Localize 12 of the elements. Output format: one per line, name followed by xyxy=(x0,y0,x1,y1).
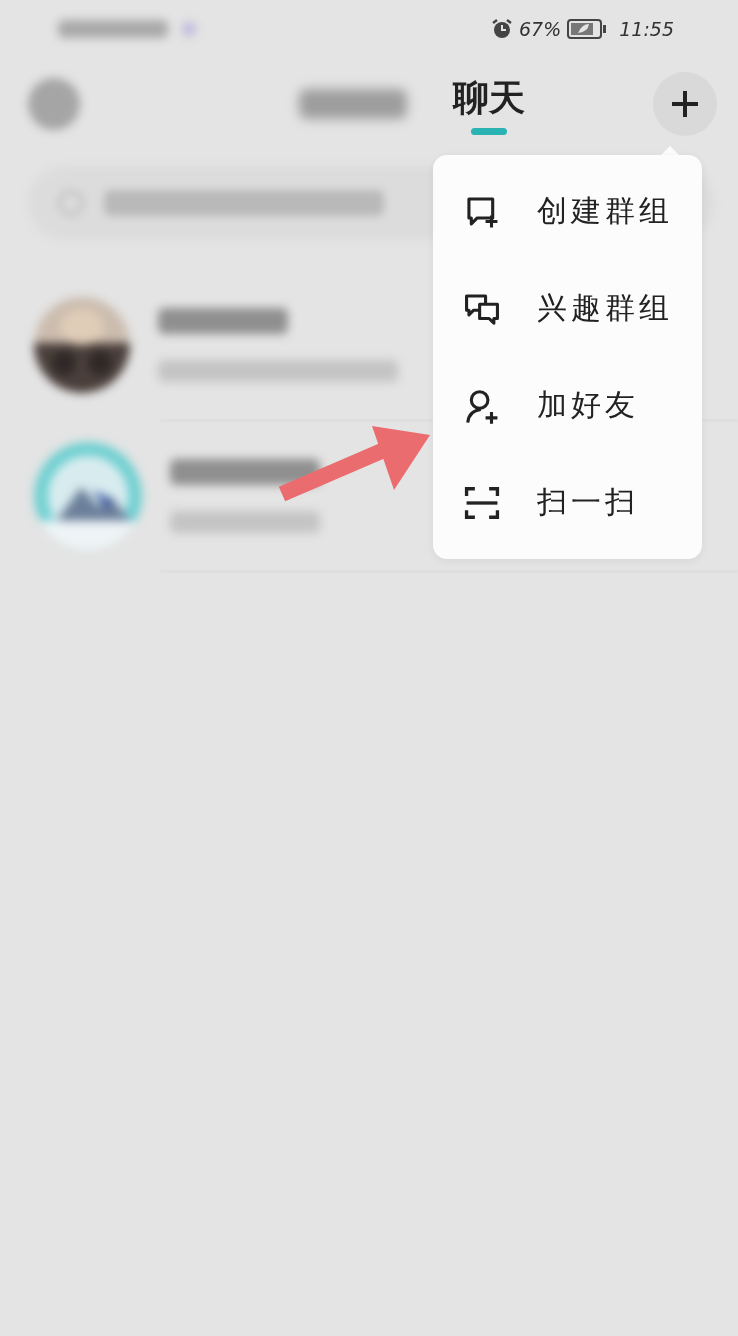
plus-icon xyxy=(670,89,700,119)
tab[interactable]: 聊天 xyxy=(452,73,525,135)
battery-percent: 67% xyxy=(519,18,562,40)
menu-item[interactable]: 扫一扫 xyxy=(433,454,702,551)
menu-item[interactable]: 创建群组 xyxy=(433,163,702,260)
menu-item[interactable]: 加好友 xyxy=(433,357,702,454)
blurred-profile-avatar xyxy=(28,78,80,130)
alarm-icon xyxy=(491,18,513,40)
blurred-status-icon xyxy=(182,22,196,36)
clock-time: 11:55 xyxy=(619,18,674,40)
menu-item[interactable]: 兴趣群组 xyxy=(433,260,702,357)
battery-icon xyxy=(567,19,608,39)
